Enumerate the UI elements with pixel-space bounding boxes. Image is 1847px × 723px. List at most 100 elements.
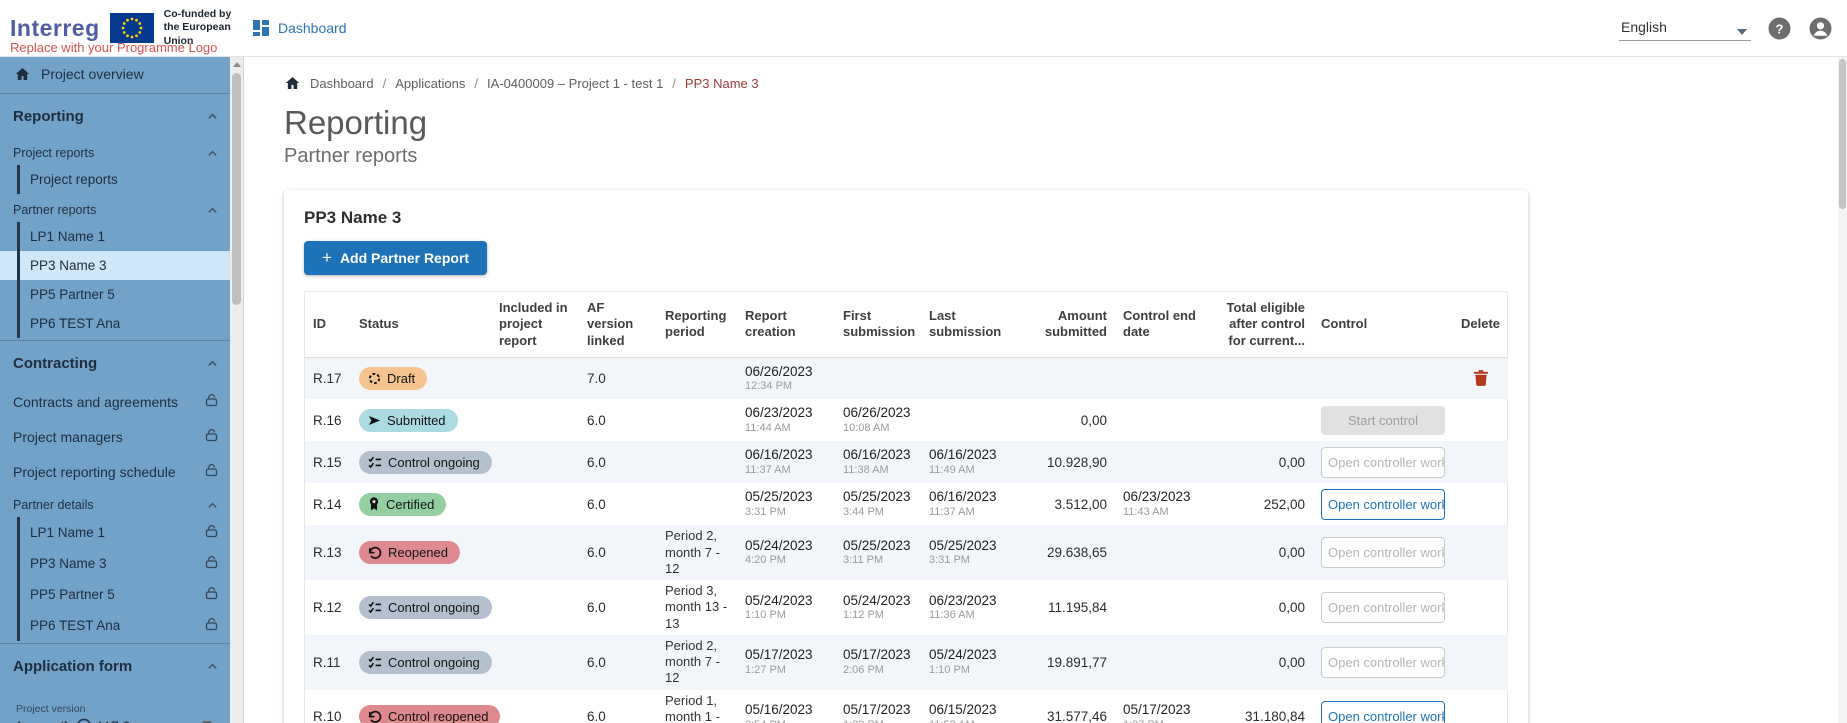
cell-included: [491, 441, 579, 483]
cell-total: 0,00: [1207, 525, 1313, 580]
cell-control: Open controller work: [1313, 441, 1453, 483]
top-right-controls: English ?: [1619, 15, 1847, 41]
column-header-af-version-linked: AF version linked: [579, 292, 657, 357]
column-header-included-in-project-report: Included in project report: [491, 292, 579, 357]
sidebar-item-pp6-test-ana[interactable]: PP6 TEST Ana: [0, 610, 230, 641]
open-controller-work-button[interactable]: Open controller work: [1321, 701, 1445, 723]
open-controller-work-button[interactable]: Open controller work: [1321, 647, 1445, 678]
column-header-reporting-period: Reporting period: [657, 292, 737, 357]
language-select[interactable]: English: [1619, 15, 1751, 41]
sidebar-item-partner-reports[interactable]: Partner reports: [0, 194, 230, 222]
sidebar-item-project-managers[interactable]: Project managers: [0, 419, 230, 454]
sidebar-item-label: Project managers: [13, 429, 123, 445]
sidebar-item-label: PP5 Partner 5: [30, 587, 115, 602]
date-value: 05/17/2023: [843, 647, 913, 663]
sidebar-scrollbar-thumb[interactable]: [232, 73, 241, 305]
cell-total: 31.180,84: [1207, 690, 1313, 723]
cell-included: [491, 690, 579, 723]
report-row-r-17[interactable]: R.17Draft7.006/26/202312:34 PM: [305, 357, 1508, 399]
cell-status: Control ongoing: [351, 635, 491, 690]
report-row-r-13[interactable]: R.13Reopened6.0Period 2,month 7 - 1205/2…: [305, 525, 1508, 580]
start-control-button[interactable]: Start control: [1321, 406, 1445, 435]
report-row-r-14[interactable]: R.14Certified6.005/25/20233:31 PM05/25/2…: [305, 483, 1508, 525]
cell-control_end: 05/17/20231:27 PM: [1115, 690, 1207, 723]
sidebar-item-pp3-name-3[interactable]: PP3 Name 3: [0, 251, 230, 280]
cell-included: [491, 635, 579, 690]
cell-control: Open controller work: [1313, 525, 1453, 580]
lock-icon: [205, 617, 218, 631]
user-avatar-icon[interactable]: [1808, 16, 1833, 41]
cell-control_end: [1115, 357, 1207, 399]
cell-status: Control ongoing: [351, 441, 491, 483]
sidebar-item-partner-details[interactable]: Partner details: [0, 489, 230, 517]
report-row-r-10[interactable]: R.10Control reopened6.0Period 1,month 1 …: [305, 690, 1508, 723]
sidebar-item-pp3-name-3[interactable]: PP3 Name 3: [0, 548, 230, 579]
scroll-up-button[interactable]: [230, 57, 243, 72]
chevron-up-icon: [207, 148, 218, 159]
cell-last: 06/16/202311:49 AM: [921, 441, 1017, 483]
cell-amount: 10.928,90: [1017, 441, 1115, 483]
sidebar-scrollbar[interactable]: [230, 57, 244, 723]
status-label: Draft: [387, 371, 415, 386]
report-row-r-11[interactable]: R.11Control ongoing6.0Period 2,month 7 -…: [305, 635, 1508, 690]
cell-control: Open controller work: [1313, 635, 1453, 690]
sidebar-item-contracting[interactable]: Contracting: [0, 343, 230, 384]
open-controller-work-button[interactable]: Open controller work: [1321, 592, 1445, 623]
sidebar-item-project-reports[interactable]: Project reports: [0, 165, 230, 194]
cell-delete: [1453, 357, 1508, 399]
sidebar-item-pp6-test-ana[interactable]: PP6 TEST Ana: [0, 309, 230, 338]
sidebar-item-label: PP5 Partner 5: [30, 287, 115, 302]
sidebar-item-project-reports[interactable]: Project reports: [0, 137, 230, 165]
sidebar-item-contracts-and-agreements[interactable]: Contracts and agreements: [0, 384, 230, 419]
date-value: 05/16/2023: [745, 702, 827, 718]
checklist-icon: [368, 601, 382, 613]
main-scrollbar[interactable]: [1838, 57, 1847, 723]
cell-id: R.11: [305, 635, 351, 690]
cell-af: 6.0: [579, 483, 657, 525]
add-partner-report-button[interactable]: + Add Partner Report: [304, 241, 487, 275]
time-value: 3:31 PM: [929, 554, 1009, 567]
column-header-id: ID: [305, 292, 351, 357]
main-scrollbar-thumb[interactable]: [1839, 59, 1846, 209]
report-row-r-12[interactable]: R.12Control ongoing6.0Period 3,month 13 …: [305, 580, 1508, 635]
cell-creation: 05/17/20231:27 PM: [737, 635, 835, 690]
eu-flag-icon: [110, 13, 154, 43]
sidebar-item-pp5-partner-5[interactable]: PP5 Partner 5: [0, 280, 230, 309]
open-controller-work-button[interactable]: Open controller work: [1321, 447, 1445, 478]
breadcrumb-item-applications[interactable]: Applications: [395, 76, 465, 91]
sidebar-item-project-overview[interactable]: Project overview: [0, 57, 230, 91]
cell-total: 0,00: [1207, 635, 1313, 690]
sidebar-item-lp1-name-1[interactable]: LP1 Name 1: [0, 222, 230, 251]
cell-amount: 31.577,46: [1017, 690, 1115, 723]
open-controller-work-button[interactable]: Open controller work: [1321, 489, 1445, 520]
version-prefix: (current): [16, 718, 69, 723]
language-value: English: [1621, 19, 1667, 35]
help-icon[interactable]: ?: [1767, 16, 1792, 41]
sidebar-item-pp5-partner-5[interactable]: PP5 Partner 5: [0, 579, 230, 610]
sidebar-divider: [0, 93, 230, 94]
report-row-r-15[interactable]: R.15Control ongoing6.006/16/202311:37 AM…: [305, 441, 1508, 483]
status-badge-control-ongoing: Control ongoing: [359, 451, 492, 474]
column-header-control-end-date: Control end date: [1115, 292, 1207, 357]
cell-last: 06/15/202311:52 AM: [921, 690, 1017, 723]
reporting-period-line: month 1 - 6: [665, 709, 729, 723]
delete-report-button[interactable]: [1472, 368, 1490, 388]
project-version-select[interactable]: Project version(current)V.7.0: [14, 699, 216, 723]
sidebar-item-application-form[interactable]: Application form: [0, 646, 230, 687]
open-controller-work-button[interactable]: Open controller work: [1321, 537, 1445, 568]
status-label: Submitted: [387, 413, 446, 428]
cell-af: 6.0: [579, 690, 657, 723]
cell-af: 6.0: [579, 525, 657, 580]
status-badge-draft: Draft: [359, 367, 427, 390]
sidebar-item-project-reporting-schedule[interactable]: Project reporting schedule: [0, 454, 230, 489]
breadcrumb-item-dashboard[interactable]: Dashboard: [310, 76, 374, 91]
dashboard-nav[interactable]: Dashboard: [252, 19, 347, 37]
sidebar-divider: [0, 340, 230, 341]
breadcrumb-item-ia-0400009-project-1-test-1[interactable]: IA-0400009 – Project 1 - test 1: [487, 76, 663, 91]
sidebar-item-reporting[interactable]: Reporting: [0, 96, 230, 137]
cell-control: Open controller work: [1313, 690, 1453, 723]
sidebar-item-label: Contracts and agreements: [13, 394, 178, 410]
report-row-r-16[interactable]: R.16Submitted6.006/23/202311:44 AM06/26/…: [305, 399, 1508, 441]
cell-status: Control ongoing: [351, 580, 491, 635]
sidebar-item-lp1-name-1[interactable]: LP1 Name 1: [0, 517, 230, 548]
